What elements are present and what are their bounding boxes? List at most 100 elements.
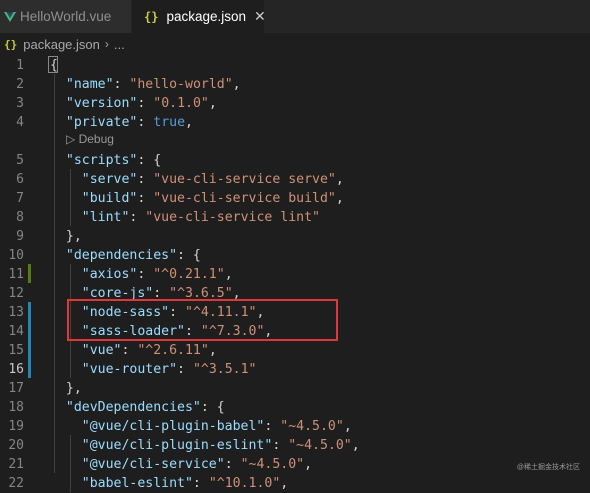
code-token: : <box>192 476 209 491</box>
code-line[interactable]: 11 "axios": "^0.21.1", <box>0 265 590 284</box>
code-line[interactable]: 10 "dependencies": { <box>0 246 590 265</box>
debug-codelens[interactable]: ▷ Debug <box>66 130 114 149</box>
code-token: "vue" <box>81 343 122 358</box>
code-line[interactable]: 2 "name": "hello-world", <box>0 75 590 94</box>
json-file-icon: {} <box>144 9 159 24</box>
line-number: 1 <box>16 58 24 73</box>
code-token: : <box>137 96 154 111</box>
code-token: "hello-world" <box>129 77 233 92</box>
tab-helloworld-vue[interactable]: HelloWorld.vue <box>0 0 131 33</box>
code-line[interactable]: 19 "@vue/cli-plugin-babel": "~4.5.0", <box>0 417 590 436</box>
code-token: "name" <box>65 77 114 92</box>
code-line[interactable]: 16 "vue-router": "^3.5.1" <box>0 360 590 379</box>
code-text: "@vue/cli-plugin-babel": "~4.5.0", <box>50 417 352 436</box>
tab-package-json[interactable]: {} package.json ✕ <box>131 0 266 33</box>
code-text: "axios": "^0.21.1", <box>50 265 233 284</box>
line-number: 5 <box>16 153 24 168</box>
annotation-highlight-box <box>67 299 338 341</box>
code-line[interactable]: 15 "vue": "^2.6.11", <box>0 341 590 360</box>
code-token: : <box>113 77 130 92</box>
line-number: 3 <box>16 96 24 111</box>
code-token: "~4.5.0" <box>280 419 344 434</box>
code-token: "build" <box>81 191 138 206</box>
code-line[interactable]: 21 "@vue/cli-service": "~4.5.0", <box>0 455 590 474</box>
indent-guide <box>70 169 71 226</box>
code-text: "@vue/cli-plugin-eslint": "~4.5.0", <box>50 436 360 455</box>
indent-guide <box>70 435 71 492</box>
code-token: , <box>280 476 289 491</box>
code-token: : <box>272 438 289 453</box>
code-line[interactable]: 17 }, <box>0 379 590 398</box>
code-text: "babel-eslint": "^10.1.0", <box>50 474 288 493</box>
code-text: "vue": "^2.6.11", <box>50 341 217 360</box>
code-text: "build": "vue-cli-service build", <box>50 189 344 208</box>
code-token: : <box>129 210 146 225</box>
line-number: 2 <box>16 77 24 92</box>
code-text: "lint": "vue-cli-service lint" <box>50 208 320 227</box>
tab-label: package.json <box>166 9 247 24</box>
code-token: "serve" <box>81 172 138 187</box>
code-token: "private" <box>65 115 138 130</box>
git-change-marker <box>28 302 31 378</box>
code-token: , <box>224 267 233 282</box>
code-line[interactable]: 7 "build": "vue-cli-service build", <box>0 189 590 208</box>
code-token: , <box>343 419 352 434</box>
breadcrumb-rest[interactable]: ... <box>114 37 125 52</box>
breadcrumb-file[interactable]: package.json <box>23 37 100 52</box>
json-file-icon: {} <box>4 37 18 51</box>
code-token: : <box>264 419 281 434</box>
code-text: "serve": "vue-cli-service serve", <box>50 170 344 189</box>
code-token: , <box>335 191 344 206</box>
code-token: , <box>351 438 360 453</box>
line-number: 13 <box>8 305 24 320</box>
chevron-right-icon: › <box>104 37 109 51</box>
code-token: "^3.5.1" <box>192 362 257 377</box>
code-line[interactable]: 6 "serve": "vue-cli-service serve", <box>0 170 590 189</box>
code-line[interactable]: 5 "scripts": { <box>0 151 590 170</box>
code-line[interactable]: 20 "@vue/cli-plugin-eslint": "~4.5.0", <box>0 436 590 455</box>
close-icon[interactable]: ✕ <box>254 8 266 25</box>
code-line[interactable]: 22 "babel-eslint": "^10.1.0", <box>0 474 590 493</box>
code-line[interactable]: 3 "version": "0.1.0", <box>0 94 590 113</box>
code-token: , <box>185 115 193 130</box>
line-number: 9 <box>16 229 24 244</box>
code-token: : <box>121 343 138 358</box>
code-line[interactable]: 1{ <box>0 56 590 75</box>
code-token: "^2.6.11" <box>137 343 209 358</box>
line-number: 15 <box>8 343 24 358</box>
code-token: "@vue/cli-plugin-eslint" <box>81 438 273 453</box>
line-number: 8 <box>16 210 24 225</box>
line-number: 17 <box>8 381 24 396</box>
line-number: 19 <box>8 419 24 434</box>
code-token: "vue-cli-service lint" <box>145 210 320 225</box>
code-token: : <box>177 362 193 377</box>
code-token: "@vue/cli-plugin-babel" <box>81 419 265 434</box>
git-change-marker <box>28 264 31 283</box>
line-number: 11 <box>8 267 24 282</box>
code-token: , <box>232 77 241 92</box>
code-token: "axios" <box>81 267 138 282</box>
code-text: "scripts": { <box>50 151 161 170</box>
code-token: : <box>137 267 154 282</box>
code-text: "vue-router": "^3.5.1" <box>50 360 257 379</box>
code-token: : { <box>177 248 201 263</box>
vue-file-icon <box>4 11 16 22</box>
code-text: "devDependencies": { <box>50 398 225 417</box>
code-text: "@vue/cli-service": "~4.5.0", <box>50 455 312 474</box>
code-text: "dependencies": { <box>50 246 201 265</box>
code-token: "dependencies" <box>65 248 178 263</box>
code-token: : <box>137 115 154 130</box>
code-token: "0.1.0" <box>153 96 209 111</box>
code-line[interactable]: 18 "devDependencies": { <box>0 398 590 417</box>
code-token: "vue-cli-service serve" <box>153 172 336 187</box>
line-number: 4 <box>16 115 24 130</box>
code-token: "babel-eslint" <box>81 476 193 491</box>
code-token: "devDependencies" <box>65 400 201 415</box>
code-line[interactable]: 8 "lint": "vue-cli-service lint" <box>0 208 590 227</box>
code-line[interactable]: 9 }, <box>0 227 590 246</box>
